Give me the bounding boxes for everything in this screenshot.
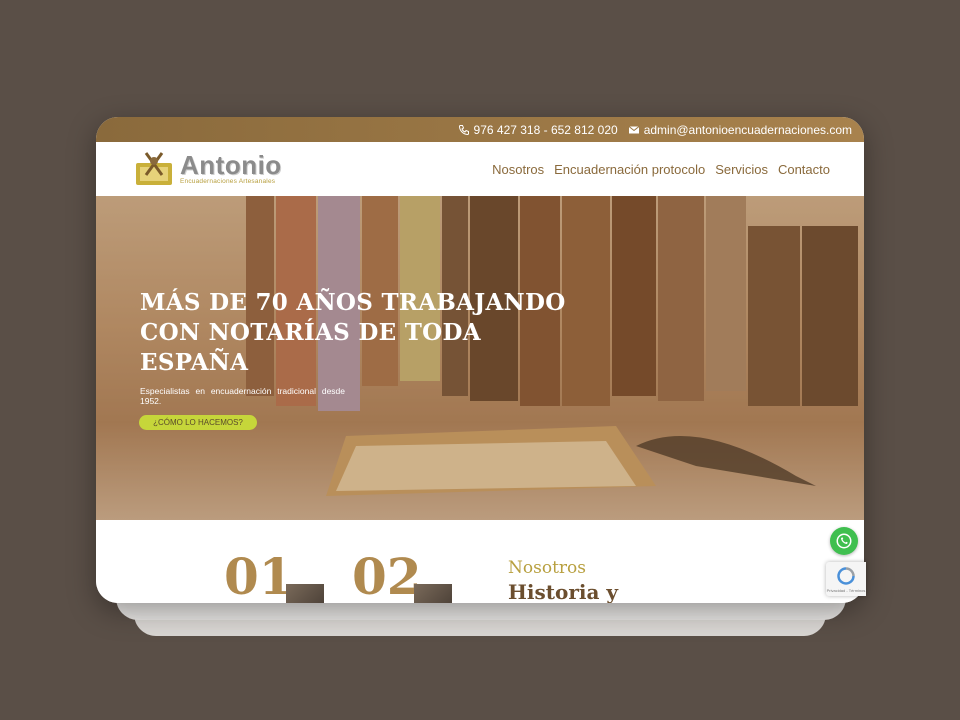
nav-item-contacto[interactable]: Contacto (778, 162, 830, 177)
nav-item-nosotros[interactable]: Nosotros (492, 162, 544, 177)
recaptcha-icon (837, 566, 855, 585)
whatsapp-button[interactable] (830, 527, 858, 555)
logo-tagline: Encuadernaciones Artesanales (180, 177, 276, 185)
phone-number[interactable]: 976 427 318 - 652 812 020 (474, 123, 618, 137)
phone-contact[interactable]: 976 427 318 - 652 812 020 (458, 123, 618, 137)
recaptcha-label: Privacidad - Términos (826, 587, 866, 593)
recaptcha-badge[interactable]: Privacidad - Términos (826, 562, 866, 596)
section-label: Nosotros (508, 558, 586, 578)
nav-item-encuadernacion-protocolo[interactable]: Encuadernación protocolo (554, 162, 705, 177)
email-contact[interactable]: admin@antonioencuadernaciones.com (628, 123, 852, 137)
website-card: 976 427 318 - 652 812 020 admin@antonioe… (96, 117, 864, 603)
hero-title: MÁS DE 70 AÑOS TRABAJANDO CON NOTARÍAS D… (140, 289, 566, 376)
phone-icon (458, 124, 469, 135)
hero-banner: MÁS DE 70 AÑOS TRABAJANDO CON NOTARÍAS D… (96, 196, 864, 520)
main-nav: Nosotros Encuadernación protocolo Servic… (492, 162, 830, 177)
step-01-image (286, 584, 324, 603)
logo-name: Antonio (180, 149, 282, 180)
hero-subtitle: Especialistas en encuadernación tradicio… (140, 386, 345, 406)
como-lo-hacemos-button[interactable]: ¿CÓMO LO HACEMOS? (139, 415, 257, 430)
whatsapp-icon (836, 533, 852, 549)
email-address[interactable]: admin@antonioencuadernaciones.com (644, 123, 852, 137)
site-logo[interactable]: Antonio Encuadernaciones Artesanales (134, 149, 282, 187)
nav-item-servicios[interactable]: Servicios (715, 162, 768, 177)
mail-icon (628, 125, 639, 133)
site-header: Antonio Encuadernaciones Artesanales Nos… (96, 142, 864, 196)
step-02-image (414, 584, 452, 603)
step-number-01: 01 (224, 547, 294, 603)
step-number-02: 02 (352, 547, 422, 603)
section-title: Historia y (508, 580, 619, 603)
logo-emblem-icon (136, 152, 172, 185)
about-section: 01 02 Nosotros Historia y (96, 520, 864, 603)
top-contact-bar: 976 427 318 - 652 812 020 admin@antonioe… (96, 117, 864, 142)
